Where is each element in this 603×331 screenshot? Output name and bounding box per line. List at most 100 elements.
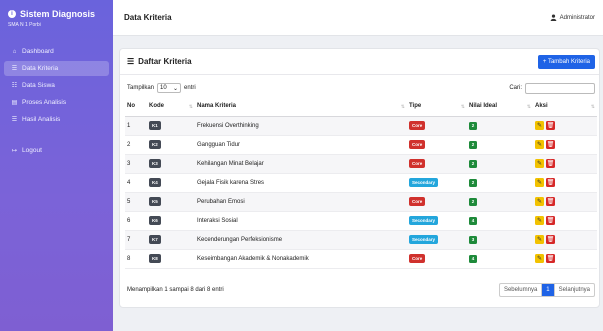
- page-button[interactable]: 1: [541, 284, 554, 296]
- sidebar-item-hasil-analisis[interactable]: ☰ Hasil Analisis: [4, 112, 109, 127]
- delete-button[interactable]: 🗑: [546, 216, 555, 225]
- row-kode: K1: [147, 116, 195, 136]
- delete-button[interactable]: 🗑: [546, 178, 555, 187]
- page-length-select[interactable]: 10 ⌄: [157, 83, 182, 93]
- kriteria-table: No Kode ⇅ Nama Kriteria ⇅ Tipe ⇅ Nilai Idea…: [125, 97, 597, 269]
- users-icon: ☷: [11, 83, 18, 89]
- row-no: 4: [125, 173, 147, 193]
- row-kode: K6: [147, 211, 195, 231]
- calculator-icon: ▤: [11, 100, 18, 106]
- page-title: Data Kriteria: [124, 13, 172, 22]
- row-no: 3: [125, 154, 147, 174]
- search-label: Cari:: [509, 85, 522, 91]
- sidebar-item-label: Logout: [22, 147, 42, 154]
- delete-button[interactable]: 🗑: [546, 235, 555, 244]
- user-menu[interactable]: Administrator: [550, 14, 595, 21]
- sidebar-item-data-siswa[interactable]: ☷ Data Siswa: [4, 78, 109, 93]
- row-tipe: Core: [407, 154, 467, 174]
- row-aksi: ✎ 🗑: [533, 135, 597, 155]
- sidebar-item-dashboard[interactable]: ⌂ Dashboard: [4, 44, 109, 59]
- page-length-value: 10: [160, 85, 167, 91]
- row-kode: K2: [147, 135, 195, 155]
- column-nama-kriteria[interactable]: Nama Kriteria ⇅: [195, 97, 407, 117]
- nilai-badge: 3: [469, 235, 477, 244]
- sort-icon: ⇅: [188, 104, 193, 110]
- row-nilai: 3: [467, 230, 533, 250]
- card-title: ☰ Daftar Kriteria: [127, 57, 192, 66]
- row-nilai: 2: [467, 154, 533, 174]
- column-kode[interactable]: Kode ⇅: [147, 97, 195, 117]
- row-no: 1: [125, 116, 147, 136]
- row-tipe: Secondary: [407, 211, 467, 231]
- edit-button[interactable]: ✎: [535, 159, 544, 168]
- sidebar-item-proses-analisis[interactable]: ▤ Proses Analisis: [4, 95, 109, 110]
- search-input[interactable]: [525, 82, 595, 94]
- sort-icon: ⇅: [400, 104, 405, 110]
- prev-page-button[interactable]: Sebelumnya: [500, 284, 541, 296]
- row-tipe: Core: [407, 116, 467, 136]
- sidebar-item-logout[interactable]: ↦ Logout: [4, 143, 109, 158]
- delete-button[interactable]: 🗑: [546, 159, 555, 168]
- delete-button[interactable]: 🗑: [546, 254, 555, 263]
- row-nilai: 4: [467, 249, 533, 269]
- row-nama: Keseimbangan Akademik & Nonakademik: [195, 249, 407, 269]
- row-nilai: 2: [467, 135, 533, 155]
- edit-button[interactable]: ✎: [535, 121, 544, 130]
- edit-button[interactable]: ✎: [535, 216, 544, 225]
- sidebar-item-data-kriteria[interactable]: ☰ Data Kriteria: [4, 61, 109, 76]
- code-badge: K5: [149, 197, 161, 206]
- table-row: 7 K7 Kecenderungan Perfeksionisme Secondary…: [125, 230, 597, 250]
- list-icon: ☰: [127, 57, 135, 66]
- sidebar-item-label: Dashboard: [22, 48, 54, 55]
- nilai-badge: 2: [469, 121, 477, 130]
- column-nilai-ideal[interactable]: Nilai Ideal ⇅: [467, 97, 533, 117]
- sort-icon: ⇅: [460, 104, 465, 110]
- brand-subtitle: SMA N 1 Porbi: [8, 22, 41, 28]
- row-aksi: ✎ 🗑: [533, 154, 597, 174]
- row-kode: K5: [147, 192, 195, 212]
- row-kode: K7: [147, 230, 195, 250]
- sidebar-item-label: Data Siswa: [22, 82, 55, 89]
- sidebar: i Sistem Diagnosis SMA N 1 Porbi ⌂ Dashb…: [0, 0, 113, 331]
- delete-button[interactable]: 🗑: [546, 121, 555, 130]
- sidebar-item-label: Hasil Analisis: [22, 116, 61, 123]
- table-controls: Tampilkan 10 ⌄ entri Cari:: [120, 79, 599, 97]
- brand-title[interactable]: Sistem Diagnosis: [20, 9, 95, 19]
- row-aksi: ✎ 🗑: [533, 192, 597, 212]
- code-badge: K3: [149, 159, 161, 168]
- delete-button[interactable]: 🗑: [546, 197, 555, 206]
- edit-button[interactable]: ✎: [535, 178, 544, 187]
- row-nama: Interaksi Sosial: [195, 211, 407, 231]
- row-aksi: ✎ 🗑: [533, 211, 597, 231]
- tipe-badge: Core: [409, 159, 426, 168]
- row-aksi: ✎ 🗑: [533, 116, 597, 136]
- edit-button[interactable]: ✎: [535, 235, 544, 244]
- row-nama: Gejala Fisik karena Stres: [195, 173, 407, 193]
- table-row: 3 K3 Kehilangan Minat Belajar Core 2 ✎ 🗑: [125, 154, 597, 174]
- edit-button[interactable]: ✎: [535, 197, 544, 206]
- table-row: 5 K5 Perubahan Emosi Core 2 ✎ 🗑: [125, 192, 597, 212]
- code-badge: K2: [149, 140, 161, 149]
- row-tipe: Core: [407, 192, 467, 212]
- column-tipe[interactable]: Tipe ⇅: [407, 97, 467, 117]
- add-kriteria-button[interactable]: + Tambah Kriteria: [537, 54, 595, 69]
- nilai-badge: 4: [469, 254, 477, 263]
- row-kode: K3: [147, 154, 195, 174]
- column-no[interactable]: No: [125, 97, 147, 117]
- row-aksi: ✎ 🗑: [533, 173, 597, 193]
- entries-label: entri: [184, 85, 196, 91]
- edit-button[interactable]: ✎: [535, 254, 544, 263]
- top-bar: Data Kriteria Administrator: [113, 0, 603, 36]
- delete-button[interactable]: 🗑: [546, 140, 555, 149]
- info-icon: i: [8, 10, 16, 18]
- edit-button[interactable]: ✎: [535, 140, 544, 149]
- column-aksi[interactable]: Aksi ⇅: [533, 97, 597, 117]
- code-badge: K6: [149, 216, 161, 225]
- list-icon: ☰: [11, 66, 18, 72]
- row-nilai: 2: [467, 116, 533, 136]
- kriteria-card: ☰ Daftar Kriteria + Tambah Kriteria Tamp…: [119, 48, 600, 308]
- row-kode: K8: [147, 249, 195, 269]
- user-icon: [550, 14, 556, 21]
- next-page-button[interactable]: Selanjutnya: [553, 284, 594, 296]
- row-nilai: 4: [467, 211, 533, 231]
